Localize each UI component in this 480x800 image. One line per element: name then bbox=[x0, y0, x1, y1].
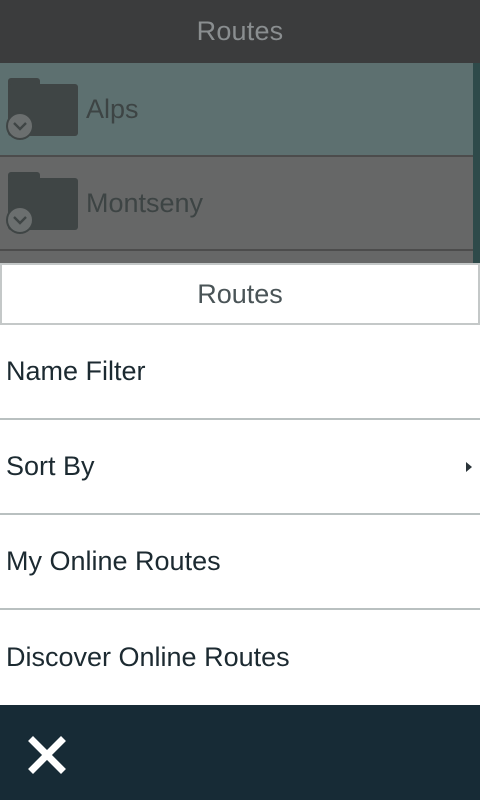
folder-icon bbox=[6, 172, 78, 234]
menu-header: Routes bbox=[0, 263, 480, 325]
scrollbar[interactable] bbox=[473, 63, 480, 263]
routes-list-screen: Routes Alps Montseny bbox=[0, 0, 480, 263]
app-header: Routes bbox=[0, 0, 480, 63]
menu-title: Routes bbox=[197, 278, 283, 309]
close-button[interactable] bbox=[22, 730, 72, 780]
menu-item-label: Discover Online Routes bbox=[6, 642, 290, 672]
routes-options-menu: Routes Name Filter Sort By My Online Rou… bbox=[0, 263, 480, 705]
close-icon bbox=[28, 736, 66, 774]
folder-row-partial bbox=[0, 251, 473, 263]
folder-row-alps[interactable]: Alps bbox=[0, 63, 473, 157]
menu-item-name-filter[interactable]: Name Filter bbox=[0, 325, 480, 420]
folder-label: Alps bbox=[86, 93, 139, 124]
chevron-down-icon[interactable] bbox=[6, 112, 34, 140]
menu-item-label: Sort By bbox=[6, 451, 95, 481]
app-title: Routes bbox=[196, 16, 284, 46]
bottom-bar bbox=[0, 705, 480, 800]
submenu-arrow-icon bbox=[466, 461, 472, 472]
folder-label: Montseny bbox=[86, 187, 204, 218]
menu-item-my-online-routes[interactable]: My Online Routes bbox=[0, 515, 480, 610]
menu-item-label: Name Filter bbox=[6, 356, 146, 386]
chevron-down-icon[interactable] bbox=[6, 206, 34, 234]
menu-item-sort-by[interactable]: Sort By bbox=[0, 420, 480, 515]
menu-item-discover-online-routes[interactable]: Discover Online Routes bbox=[0, 610, 480, 705]
folder-icon bbox=[6, 78, 78, 140]
menu-item-label: My Online Routes bbox=[6, 546, 221, 576]
folder-row-montseny[interactable]: Montseny bbox=[0, 157, 473, 251]
